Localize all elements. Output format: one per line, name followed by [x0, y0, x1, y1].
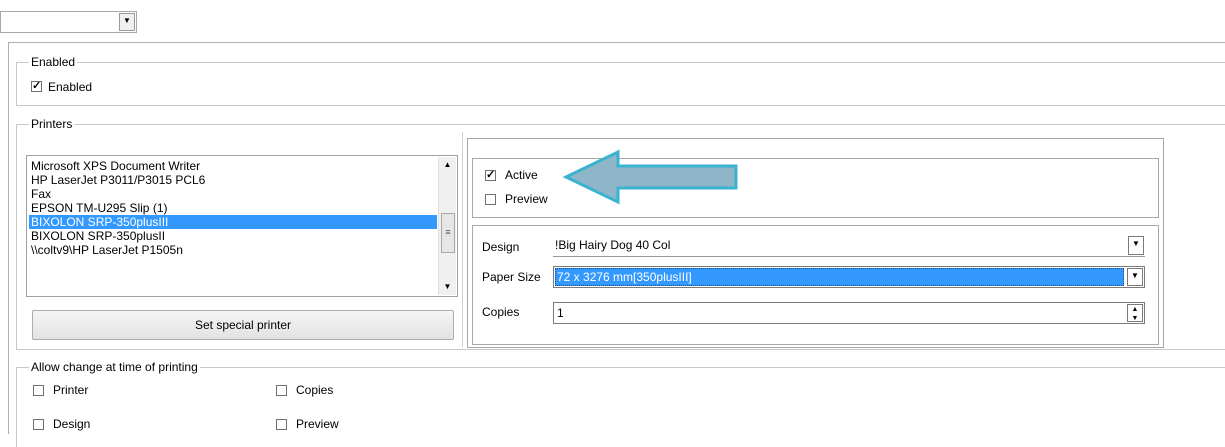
list-item-selected[interactable]: BIXOLON SRP-350plusIII — [29, 215, 437, 229]
chevron-down-icon[interactable]: ▼ — [1128, 236, 1144, 255]
copies-label: Copies — [482, 305, 520, 319]
enabled-checkbox[interactable]: ✓ — [31, 81, 42, 92]
list-item[interactable]: \\coltv9\HP LaserJet P1505n — [29, 243, 437, 257]
printer-list-scrollbar[interactable]: ▲ ≡ ▼ — [438, 157, 456, 295]
active-checkbox-label: Active — [505, 168, 538, 182]
scroll-up-icon[interactable]: ▲ — [439, 157, 456, 173]
allow-printer-checkbox[interactable] — [33, 385, 44, 396]
top-combo[interactable]: ▼ — [0, 11, 137, 33]
list-item[interactable]: BIXOLON SRP-350plusII — [29, 229, 437, 243]
preview-checkbox[interactable] — [485, 194, 496, 205]
allow-copies-label: Copies — [296, 383, 334, 397]
paper-size-value: 72 x 3276 mm[350plusIII] — [557, 270, 692, 284]
allow-design-checkbox[interactable] — [33, 419, 44, 430]
printers-group-legend: Printers — [29, 117, 75, 131]
copies-spinner[interactable]: 1 ▲ ▼ — [553, 302, 1145, 324]
enabled-group — [16, 62, 1225, 106]
allow-copies-checkbox[interactable] — [276, 385, 287, 396]
paper-size-combo[interactable]: 72 x 3276 mm[350plusIII] ▼ — [553, 266, 1145, 288]
enabled-checkbox-label: Enabled — [48, 80, 93, 94]
scroll-thumb[interactable]: ≡ — [441, 213, 455, 253]
panel-top-border — [8, 42, 1225, 43]
design-label: Design — [482, 240, 520, 254]
allow-change-group — [16, 367, 1225, 447]
list-item[interactable]: Microsoft XPS Document Writer — [29, 159, 437, 173]
enabled-group-legend: Enabled — [29, 55, 78, 69]
allow-change-group-legend: Allow change at time of printing — [29, 360, 200, 374]
copies-value: 1 — [557, 306, 564, 320]
allow-preview-label: Preview — [296, 417, 339, 431]
printer-list[interactable]: Microsoft XPS Document Writer HP LaserJe… — [26, 155, 458, 297]
chevron-down-icon[interactable]: ▼ — [1127, 268, 1143, 286]
list-item[interactable]: Fax — [29, 187, 437, 201]
allow-preview-checkbox[interactable] — [276, 419, 287, 430]
panel-left-border — [8, 42, 9, 434]
design-value: !Big Hairy Dog 40 Col — [555, 238, 671, 252]
allow-design-label: Design — [53, 417, 91, 431]
allow-printer-label: Printer — [53, 383, 89, 397]
active-checkbox[interactable]: ✓ — [485, 170, 496, 181]
list-item[interactable]: HP LaserJet P3011/P3015 PCL6 — [29, 173, 437, 187]
paper-size-label: Paper Size — [482, 270, 541, 284]
arrow-annotation-icon — [562, 149, 738, 205]
spinner-icon[interactable]: ▲ ▼ — [1127, 304, 1143, 322]
design-combo[interactable]: !Big Hairy Dog 40 Col ▼ — [553, 235, 1145, 257]
preview-checkbox-label: Preview — [505, 192, 548, 206]
set-special-printer-button[interactable]: Set special printer — [32, 310, 454, 340]
scroll-down-icon[interactable]: ▼ — [439, 279, 456, 295]
chevron-down-icon[interactable]: ▼ — [119, 13, 135, 31]
list-item[interactable]: EPSON TM-U295 Slip (1) — [29, 201, 437, 215]
set-special-printer-label: Set special printer — [194, 318, 292, 332]
